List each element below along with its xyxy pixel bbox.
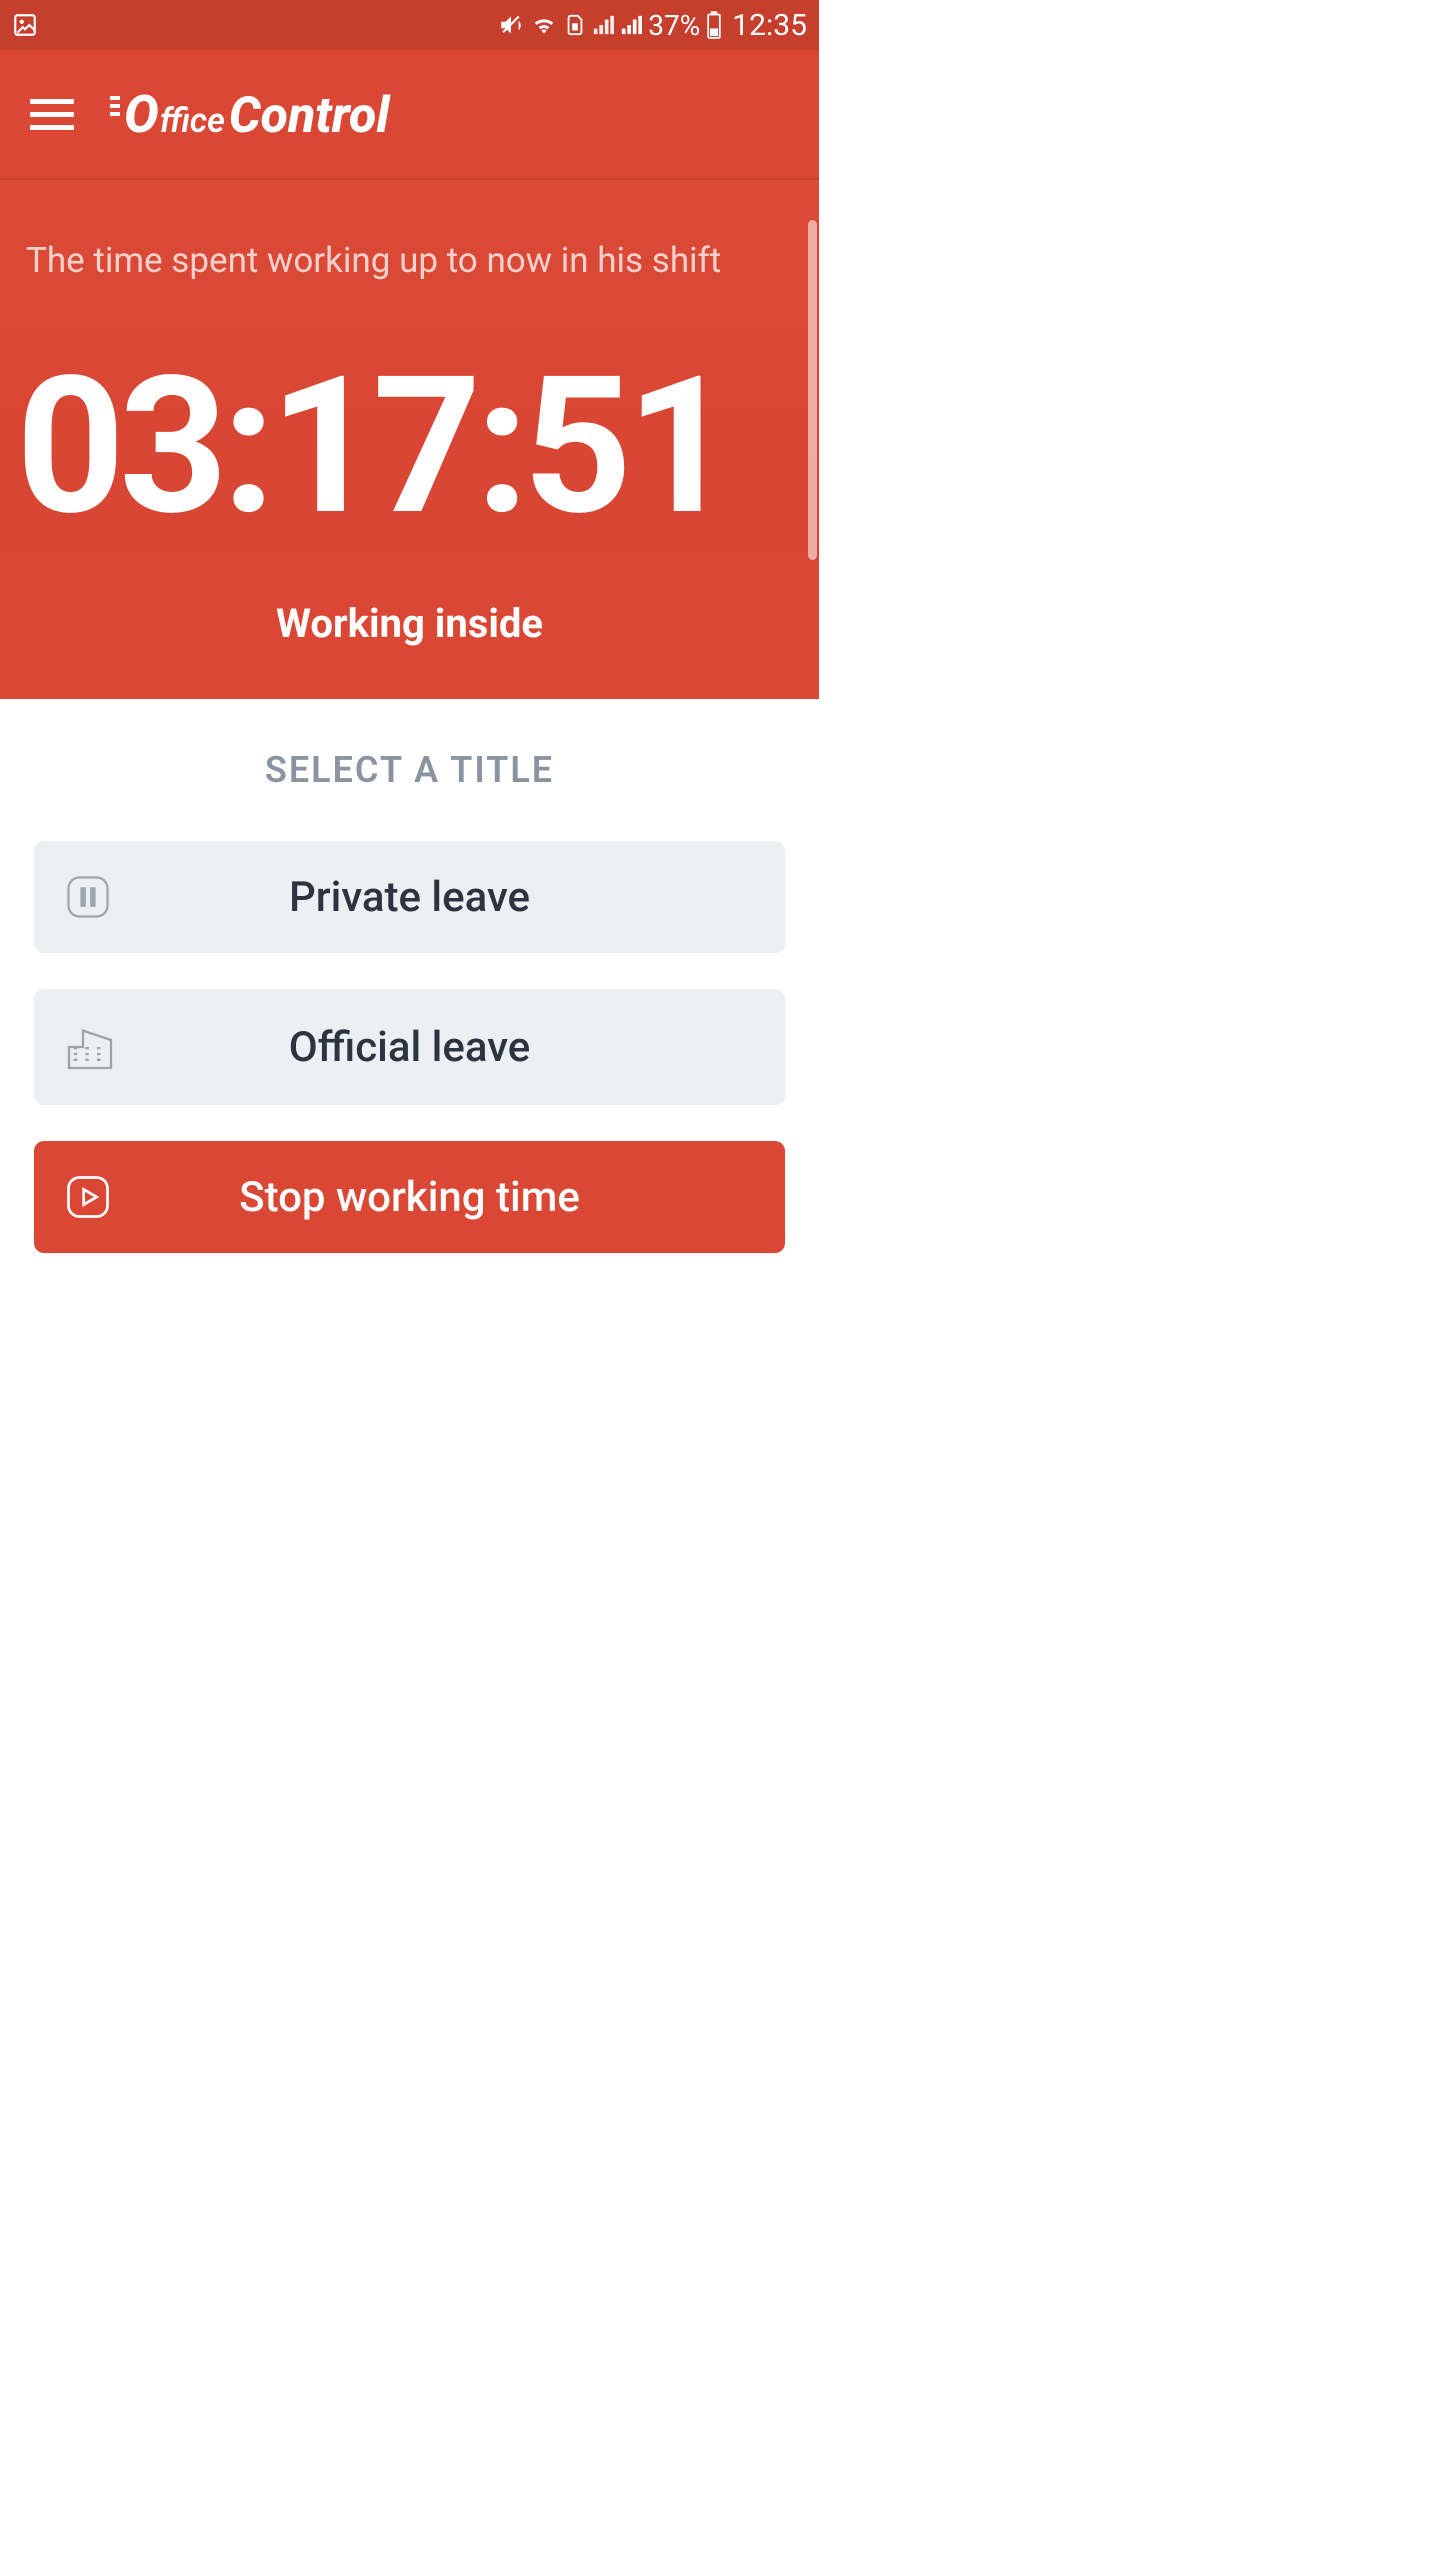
option-label: Private leave	[62, 873, 757, 922]
image-icon	[12, 12, 38, 38]
option-official-leave[interactable]: Official leave	[34, 989, 785, 1105]
working-status: Working inside	[0, 552, 819, 699]
status-bar: 37% 12:35	[0, 0, 819, 50]
brand-control: Control	[229, 87, 390, 145]
brand-ffice: ffice	[160, 101, 225, 141]
status-left	[12, 12, 38, 38]
sim-icon	[564, 12, 586, 38]
panel-heading: SELECT A TITLE	[34, 749, 785, 791]
option-label: Stop working time	[62, 1173, 757, 1222]
options-panel: SELECT A TITLE Private leave Official le…	[0, 699, 819, 1329]
option-stop-working[interactable]: Stop working time	[34, 1141, 785, 1253]
battery-icon	[706, 11, 722, 39]
scroll-thumb[interactable]	[808, 220, 817, 560]
brand-logo: O ffice Control	[124, 84, 389, 145]
option-label: Official leave	[62, 1023, 757, 1072]
timer-hero: The time spent working up to now in his …	[0, 180, 819, 552]
wifi-icon	[530, 12, 558, 38]
clock: 12:35	[732, 8, 807, 43]
status-right: 37% 12:35	[498, 8, 807, 43]
brand-o: O	[124, 84, 158, 145]
signal2-icon	[620, 14, 642, 36]
app-bar: O ffice Control	[0, 50, 819, 180]
battery-pct: 37%	[648, 9, 700, 42]
menu-button[interactable]	[30, 99, 74, 130]
signal1-icon	[592, 14, 614, 36]
elapsed-timer: 03:17:51	[16, 352, 793, 542]
hero-subtitle: The time spent working up to now in his …	[26, 240, 793, 282]
option-private-leave[interactable]: Private leave	[34, 841, 785, 953]
mute-vibrate-icon	[498, 12, 524, 38]
